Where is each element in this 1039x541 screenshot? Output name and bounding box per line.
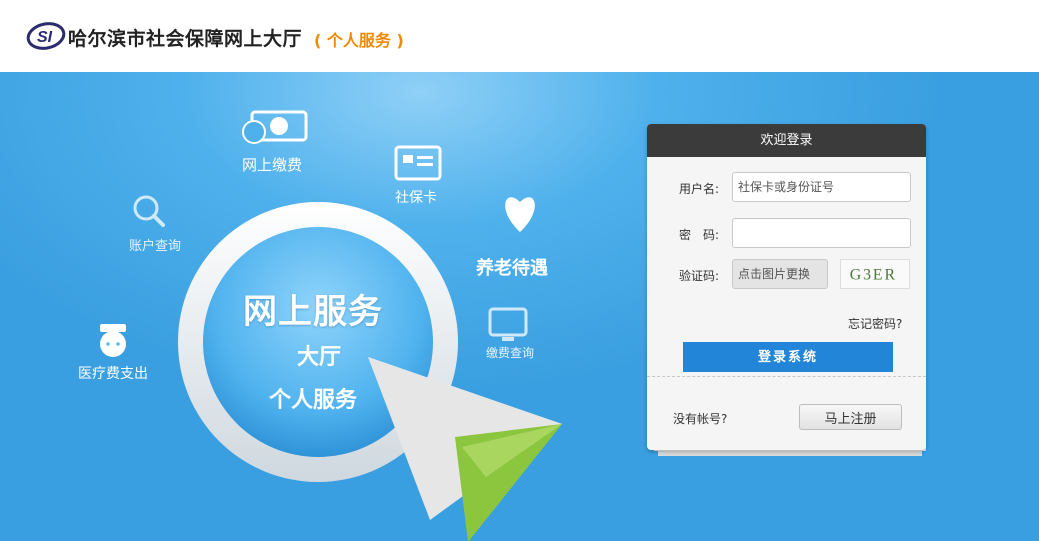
site-title: 哈尔滨市社会保障网上大厅 [68, 28, 303, 50]
money-icon [242, 110, 308, 144]
feature-social-card[interactable]: 社保卡 [395, 187, 437, 207]
username-input[interactable] [732, 172, 911, 202]
site-subtitle: ( 个人服务 ) [314, 31, 404, 50]
captcha-text: G3ER [850, 267, 897, 284]
login-title: 欢迎登录 [647, 124, 926, 157]
feature-account-query[interactable]: 账户查询 [129, 235, 181, 254]
hero-subtitle-hall: 大厅 [297, 345, 342, 370]
captcha-input[interactable] [732, 259, 828, 289]
password-input[interactable] [732, 218, 911, 248]
username-label: 用户名: [679, 182, 720, 196]
divider [647, 376, 926, 377]
no-account-text: 没有帐号? [673, 412, 728, 426]
hero-title: 网上服务 [243, 292, 383, 332]
monitor-icon [488, 307, 528, 341]
logo-text: SI [37, 29, 53, 46]
captcha-label: 验证码: [679, 269, 720, 283]
password-label: 密 码: [679, 228, 720, 242]
feature-online-payment[interactable]: 网上缴费 [242, 154, 302, 175]
feature-pension[interactable]: 养老待遇 [476, 254, 548, 280]
logo-icon: SI [26, 22, 66, 50]
captcha-image[interactable]: G3ER [840, 259, 910, 289]
hero-subtitle-personal: 个人服务 [269, 388, 358, 413]
login-panel: 欢迎登录 用户名: 密 码: 验证码: G3ER 忘记密码? 登录系统 没有帐号… [647, 124, 926, 450]
login-button[interactable]: 登录系统 [683, 342, 893, 372]
card-icon [394, 145, 442, 181]
nurse-icon [100, 324, 126, 357]
heart-hands-icon [505, 197, 535, 232]
search-icon [133, 195, 165, 227]
forgot-password-link[interactable]: 忘记密码? [848, 315, 902, 332]
header: SI 哈尔滨市社会保障网上大厅 ( 个人服务 ) [0, 0, 1039, 72]
feature-medical[interactable]: 医疗费支出 [78, 363, 148, 383]
register-button[interactable]: 马上注册 [799, 404, 902, 430]
feature-fee-query[interactable]: 缴费查询 [486, 344, 534, 361]
